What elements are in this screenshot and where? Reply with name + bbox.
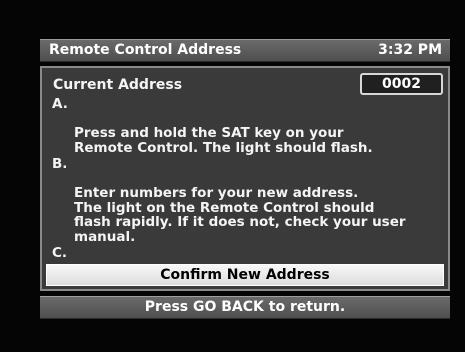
remote-address-panel: Current Address 0002 A. Press and hold t… (40, 66, 450, 291)
clock-time: 3:32 PM (378, 42, 442, 58)
instruction-letter-a: A. (52, 96, 68, 112)
instruction-letter-c: C. (52, 245, 68, 261)
remote-control-address-screen: Remote Control Address 3:32 PM Current A… (0, 0, 465, 352)
instruction-letter-b: B. (52, 156, 68, 172)
go-back-hint: Press GO BACK to return. (144, 299, 346, 315)
instruction-step-a: A. Press and hold the SAT key on your Re… (52, 97, 447, 155)
current-address-label: Current Address (53, 77, 183, 93)
instruction-list: A. Press and hold the SAT key on your Re… (52, 97, 447, 292)
instruction-text-b: Enter numbers for your new address. The … (74, 185, 406, 245)
confirm-new-address-button[interactable]: Confirm New Address (46, 264, 444, 286)
instruction-step-b: B. Enter numbers for your new address. T… (52, 157, 447, 244)
footer-bar: Press GO BACK to return. (40, 296, 450, 319)
instruction-text-a: Press and hold the SAT key on your Remot… (74, 125, 373, 156)
title-bar: Remote Control Address 3:32 PM (40, 39, 450, 62)
screen-title: Remote Control Address (49, 42, 242, 58)
current-address-field[interactable]: 0002 (360, 73, 443, 95)
